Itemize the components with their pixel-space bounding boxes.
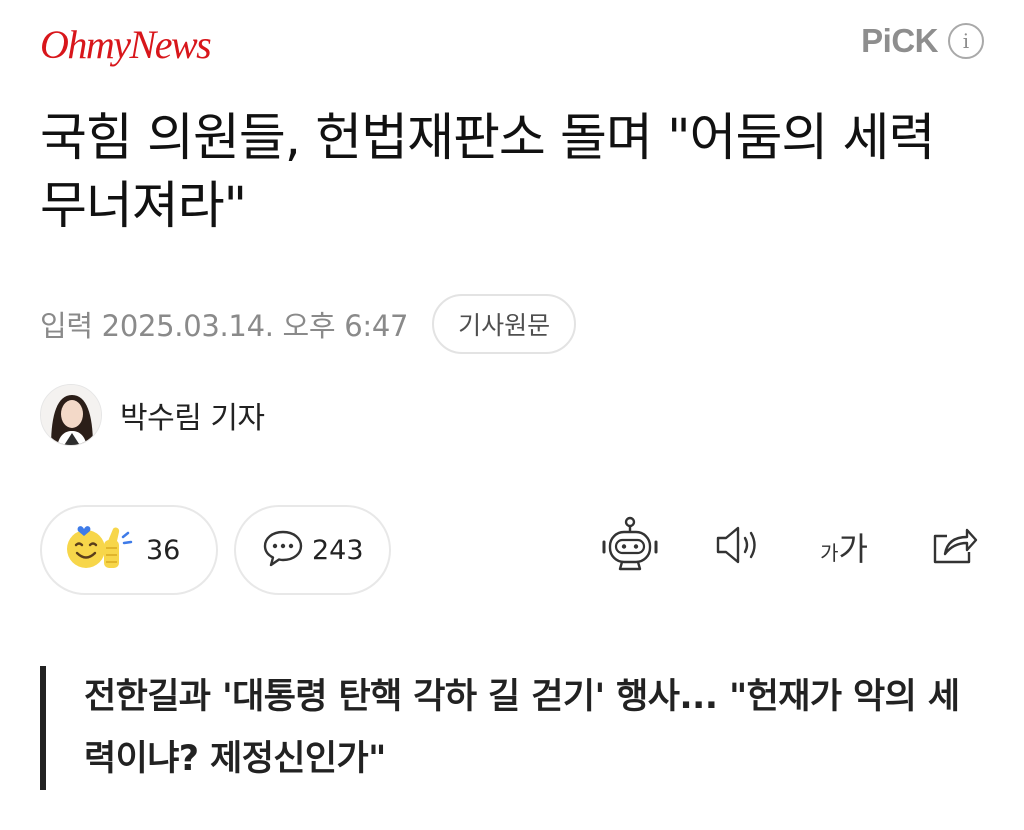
reporter-avatar — [40, 384, 102, 446]
share-icon — [929, 522, 979, 572]
ai-summary-button[interactable] — [598, 515, 662, 579]
ai-summary-bot-icon — [600, 516, 660, 578]
pick-badge: PiCK i — [861, 22, 984, 60]
font-size-icon: 가 가 — [820, 524, 868, 570]
comment-count: 243 — [312, 534, 364, 566]
reaction-button[interactable]: 36 — [40, 505, 218, 595]
audio-read-button[interactable] — [706, 515, 770, 579]
original-article-button[interactable]: 기사원문 — [432, 294, 577, 354]
pick-label: PiCK — [861, 22, 938, 59]
reaction-count: 36 — [146, 534, 181, 566]
published-date: 입력 2025.03.14. 오후 6:47 — [40, 309, 409, 343]
reporter-name: 박수림 기자 — [120, 401, 265, 436]
share-button[interactable] — [922, 515, 986, 579]
article-title: 국힘 의원들, 헌법재판소 돌며 "어둠의 세력 무너져라" — [40, 109, 935, 236]
info-icon[interactable]: i — [948, 23, 984, 59]
font-small-glyph: 가 — [820, 541, 839, 565]
font-large-glyph: 가 — [838, 530, 868, 568]
comment-button[interactable]: 243 — [234, 505, 391, 595]
comment-bubble-icon — [262, 528, 304, 572]
audio-read-icon — [712, 523, 764, 571]
article-subtitle: 전한길과 '대통령 탄핵 각하 길 걷기' 행사... "헌재가 악의 세력이냐… — [40, 666, 980, 790]
font-size-button[interactable]: 가 가 — [812, 515, 876, 579]
emoji-thumbs-up-icon — [64, 523, 136, 577]
reporter-info[interactable]: 박수림 기자 — [40, 384, 265, 446]
press-logo[interactable]: OhmyNews — [40, 20, 212, 70]
article-meta: 입력 2025.03.14. 오후 6:47 기사원문 — [40, 294, 577, 354]
article-page: OhmyNews PiCK i 국힘 의원들, 헌법재판소 돌며 "어둠의 세력… — [0, 0, 1024, 830]
